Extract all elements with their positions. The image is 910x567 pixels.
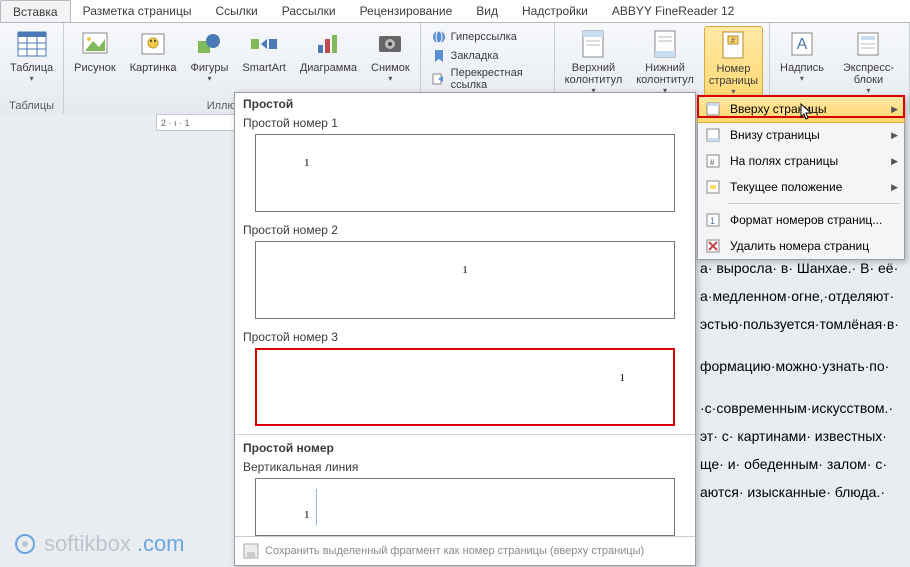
tab-mailings[interactable]: Рассылки <box>270 0 348 22</box>
gallery-category-simple: Простой <box>235 93 695 113</box>
document-text: а· выросла· в· Шанхае.· В· её· а·медленн… <box>700 254 905 520</box>
pagenumber-icon: # <box>717 29 749 61</box>
submenu-bottom-of-page[interactable]: Внизу страницы ▶ <box>698 122 904 148</box>
smartart-icon <box>248 28 280 60</box>
tab-references[interactable]: Ссылки <box>203 0 269 22</box>
submenu-current-position[interactable]: Текущее положение ▶ <box>698 174 904 200</box>
watermark-logo-icon <box>12 531 38 557</box>
chart-icon <box>312 28 344 60</box>
gallery-footer-save[interactable]: Сохранить выделенный фрагмент как номер … <box>235 536 695 565</box>
picture-button[interactable]: Рисунок <box>70 26 120 99</box>
screenshot-icon <box>374 28 406 60</box>
watermark: softikbox.com <box>12 531 185 557</box>
gallery-category-simple2: Простой номер <box>235 437 695 457</box>
table-button[interactable]: Таблица ▾ <box>6 26 57 99</box>
submenu-page-margins[interactable]: # На полях страницы ▶ <box>698 148 904 174</box>
current-position-icon <box>704 178 722 196</box>
table-icon <box>16 28 48 60</box>
remove-pagenumbers-icon <box>704 237 722 255</box>
gallery-option-3[interactable]: 1 <box>255 348 675 426</box>
horizontal-ruler: 2 · ı · 1 <box>156 114 236 131</box>
gallery-option-4-label: Вертикальная линия <box>235 457 695 476</box>
shapes-button[interactable]: Фигуры ▾ <box>186 26 232 99</box>
tab-view[interactable]: Вид <box>464 0 510 22</box>
top-of-page-icon <box>704 100 722 118</box>
ribbon-tabs: Вставка Разметка страницы Ссылки Рассылк… <box>0 0 910 23</box>
svg-text:A: A <box>797 36 808 53</box>
tab-pagelayout[interactable]: Разметка страницы <box>71 0 204 22</box>
chart-button[interactable]: Диаграмма <box>296 26 361 99</box>
footer-icon <box>649 28 681 60</box>
page-margins-icon: # <box>704 152 722 170</box>
bookmark-icon <box>431 48 447 64</box>
svg-text:#: # <box>710 158 715 167</box>
vertical-line-icon <box>316 489 317 525</box>
crossref-button[interactable]: Перекрестная ссылка <box>431 67 544 91</box>
group-tables-label: Таблицы <box>6 99 57 114</box>
gallery-option-1-label: Простой номер 1 <box>235 113 695 132</box>
bottom-of-page-icon <box>704 126 722 144</box>
pagenumber-gallery: Простой Простой номер 1 1 Простой номер … <box>234 92 696 566</box>
gallery-option-4[interactable]: 1 <box>255 478 675 536</box>
clipart-icon <box>137 28 169 60</box>
gallery-option-1[interactable]: 1 <box>255 134 675 212</box>
header-icon <box>577 28 609 60</box>
svg-text:#: # <box>731 36 736 45</box>
pagenumber-submenu: Вверху страницы ▶ Внизу страницы ▶ # На … <box>697 95 905 260</box>
format-pagenumbers-icon: 1 <box>704 211 722 229</box>
submenu-top-of-page[interactable]: Вверху страницы ▶ <box>697 95 905 123</box>
gallery-option-3-label: Простой номер 3 <box>235 327 695 346</box>
tab-abbyy[interactable]: ABBYY FineReader 12 <box>600 0 747 22</box>
hyperlink-button[interactable]: Гиперссылка <box>431 29 544 45</box>
quickparts-icon <box>852 28 884 60</box>
submenu-arrow-icon: ▶ <box>891 104 898 115</box>
gallery-option-2[interactable]: 1 <box>255 241 675 319</box>
clipart-button[interactable]: Картинка <box>126 26 181 99</box>
submenu-format-pagenumbers[interactable]: 1 Формат номеров страниц... <box>698 207 904 233</box>
crossref-icon <box>431 71 447 87</box>
chevron-down-icon: ▾ <box>30 74 34 83</box>
bookmark-button[interactable]: Закладка <box>431 48 544 64</box>
smartart-button[interactable]: SmartArt <box>238 26 289 99</box>
svg-text:1: 1 <box>710 216 715 226</box>
shapes-icon <box>193 28 225 60</box>
table-label: Таблица <box>10 62 53 74</box>
submenu-remove-pagenumbers[interactable]: Удалить номера страниц <box>698 233 904 259</box>
tab-insert[interactable]: Вставка <box>0 0 71 22</box>
screenshot-button[interactable]: Снимок ▾ <box>367 26 414 99</box>
picture-icon <box>79 28 111 60</box>
textbox-icon: A <box>786 28 818 60</box>
save-selection-icon <box>243 543 259 559</box>
tab-addins[interactable]: Надстройки <box>510 0 600 22</box>
tab-review[interactable]: Рецензирование <box>348 0 465 22</box>
gallery-option-2-label: Простой номер 2 <box>235 220 695 239</box>
hyperlink-icon <box>431 29 447 45</box>
